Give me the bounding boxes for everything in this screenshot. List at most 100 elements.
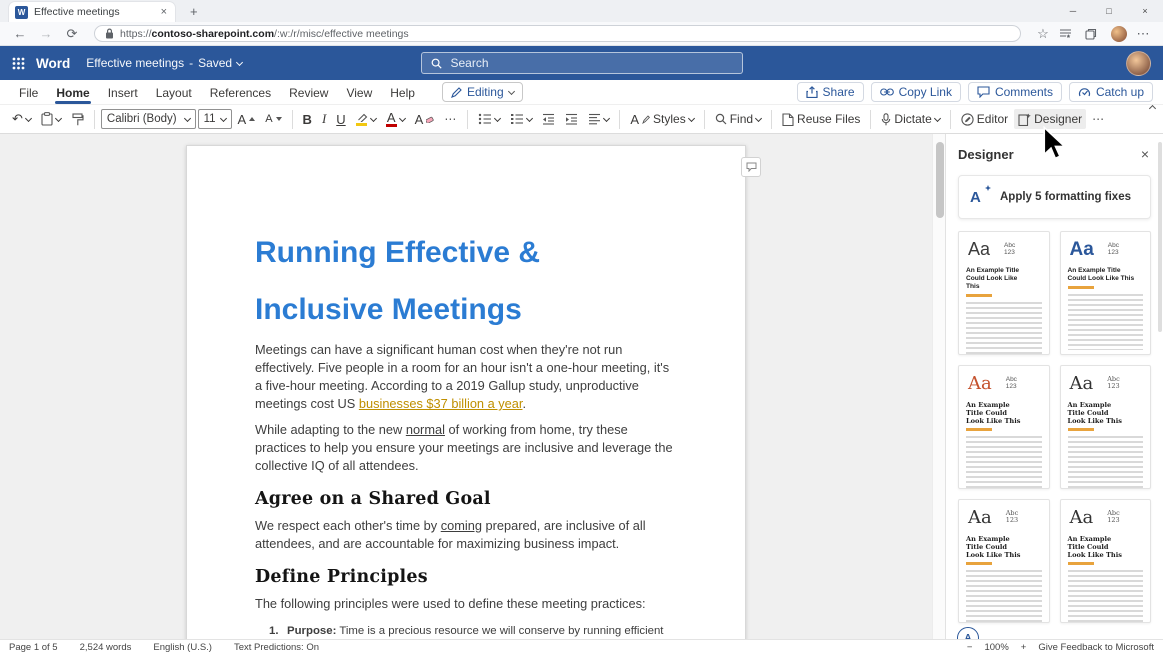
document-link[interactable]: coming xyxy=(441,518,482,533)
browser-profile-avatar[interactable] xyxy=(1111,26,1127,42)
window-close-button[interactable]: × xyxy=(1127,0,1163,22)
zoom-level[interactable]: 100% xyxy=(984,642,1008,653)
tab-close-icon[interactable]: × xyxy=(159,6,169,18)
sample-abc: Abc123 xyxy=(1108,242,1119,256)
styles-label: Styles xyxy=(653,112,686,126)
format-painter-button[interactable] xyxy=(67,110,88,129)
numbering-button[interactable] xyxy=(506,110,536,128)
feedback-link[interactable]: Give Feedback to Microsoft xyxy=(1038,642,1154,653)
text-predictions-toggle[interactable]: Text Predictions: On xyxy=(234,642,319,653)
share-button[interactable]: Share xyxy=(797,82,864,102)
paragraph: While adapting to the new normal of work… xyxy=(255,421,673,475)
chevron-down-icon xyxy=(370,114,377,121)
document-scrollbar[interactable] xyxy=(932,134,945,639)
favorites-bar-icon[interactable] xyxy=(1059,28,1079,40)
sample-aa: Aa xyxy=(968,240,990,259)
decrease-indent-button[interactable] xyxy=(538,110,559,128)
catch-up-button[interactable]: Catch up xyxy=(1069,82,1153,102)
document-link[interactable]: normal xyxy=(406,422,445,437)
sample-abc: Abc123 xyxy=(1004,242,1015,256)
account-avatar[interactable] xyxy=(1126,51,1151,76)
design-thumbnail-4[interactable]: Aa Abc123 An Example Title Could Look Li… xyxy=(1060,365,1152,489)
page-count[interactable]: Page 1 of 5 xyxy=(9,642,58,653)
more-font-options-button[interactable]: ⋯ xyxy=(440,109,461,129)
grow-font-button[interactable]: A xyxy=(234,111,260,128)
font-color-icon: A xyxy=(386,112,397,127)
panel-close-icon[interactable]: × xyxy=(1139,146,1151,162)
paste-button[interactable] xyxy=(37,109,65,129)
reuse-files-button[interactable]: Reuse Files xyxy=(778,109,864,129)
design-thumbnail-1[interactable]: Aa Abc123 An Example Title Could Look Li… xyxy=(958,231,1050,355)
dictate-button[interactable]: Dictate xyxy=(877,109,943,129)
apply-formatting-fixes-button[interactable]: A Apply 5 formatting fixes xyxy=(958,175,1151,219)
panel-scrollbar-thumb[interactable] xyxy=(1158,142,1162,332)
tab-file[interactable]: File xyxy=(10,82,47,103)
increase-indent-button[interactable] xyxy=(561,110,582,128)
chevron-down-icon xyxy=(603,114,610,121)
tab-view[interactable]: View xyxy=(337,82,381,103)
design-thumbnail-5[interactable]: Aa Abc123 An Example Title Could Look Li… xyxy=(958,499,1050,623)
refresh-button[interactable]: ⟳ xyxy=(62,26,82,42)
font-color-button[interactable]: A xyxy=(382,109,409,130)
document-title-menu[interactable]: Effective meetings - Saved xyxy=(86,56,242,70)
browser-tab[interactable]: W Effective meetings × xyxy=(8,1,176,22)
section-heading: Agree on a Shared Goal xyxy=(255,489,673,509)
browser-menu-icon[interactable]: ⋯ xyxy=(1133,26,1153,42)
search-input[interactable] xyxy=(449,55,733,71)
chevron-down-icon xyxy=(219,114,226,121)
toolbar-overflow-button[interactable]: ⋯ xyxy=(1088,109,1109,129)
zoom-in-button[interactable]: + xyxy=(1021,642,1027,653)
find-icon xyxy=(715,113,727,125)
comment-indicator[interactable] xyxy=(741,157,761,177)
design-thumbnail-3[interactable]: Aa Abc123 An Example Title Could Look Li… xyxy=(958,365,1050,489)
design-thumbnail-6[interactable]: Aa Abc123 An Example Title Could Look Li… xyxy=(1060,499,1152,623)
app-name[interactable]: Word xyxy=(36,56,70,71)
tab-insert[interactable]: Insert xyxy=(99,82,147,103)
editing-mode-dropdown[interactable]: Editing xyxy=(442,82,523,102)
forward-button[interactable]: → xyxy=(36,26,56,41)
font-size-select[interactable]: 11 xyxy=(198,109,232,129)
underline-button[interactable]: U xyxy=(332,109,349,130)
document-page[interactable]: Running Effective & Inclusive Meetings M… xyxy=(186,145,746,639)
comments-button[interactable]: Comments xyxy=(968,82,1062,102)
back-button[interactable]: ← xyxy=(10,26,30,41)
new-tab-button[interactable]: + xyxy=(184,4,204,19)
word-count[interactable]: 2,524 words xyxy=(80,642,132,653)
header-search[interactable] xyxy=(421,52,743,74)
highlight-color-button[interactable] xyxy=(352,110,380,129)
document-link[interactable]: businesses $37 billion a year xyxy=(359,396,523,411)
zoom-out-button[interactable]: − xyxy=(967,642,973,653)
designer-button[interactable]: Designer xyxy=(1014,109,1086,129)
outdent-icon xyxy=(542,113,555,125)
tab-references[interactable]: References xyxy=(201,82,280,103)
scrollbar-thumb[interactable] xyxy=(936,142,944,218)
tab-layout[interactable]: Layout xyxy=(147,82,201,103)
font-name-select[interactable]: Calibri (Body) xyxy=(101,109,196,129)
language-indicator[interactable]: English (U.S.) xyxy=(153,642,212,653)
address-bar[interactable]: https://contoso-sharepoint.com/:w:/r/mis… xyxy=(94,25,1021,42)
design-thumbnail-2[interactable]: Aa Abc123 An Example Title Could Look Li… xyxy=(1060,231,1152,355)
styles-button[interactable]: A Styles xyxy=(626,109,697,129)
app-launcher-icon[interactable] xyxy=(0,46,36,80)
window-maximize-button[interactable]: □ xyxy=(1091,0,1127,22)
favorite-star-icon[interactable]: ☆ xyxy=(1033,26,1053,42)
collapse-ribbon-icon[interactable] xyxy=(1149,105,1156,112)
alignment-button[interactable] xyxy=(584,110,613,128)
shrink-font-button[interactable]: A xyxy=(261,111,285,128)
url-text: https://contoso-sharepoint.com/:w:/r/mis… xyxy=(120,28,409,40)
editor-button[interactable]: Editor xyxy=(957,109,1012,129)
italic-button[interactable]: I xyxy=(318,108,330,130)
share-icon xyxy=(806,86,818,98)
tab-review[interactable]: Review xyxy=(280,82,337,103)
copy-link-button[interactable]: Copy Link xyxy=(871,82,961,102)
clear-formatting-button[interactable]: A xyxy=(411,111,439,128)
designer-footer-icon[interactable]: A xyxy=(957,627,979,639)
undo-button[interactable]: ↶ xyxy=(8,108,35,130)
find-button[interactable]: Find xyxy=(711,109,765,129)
bold-button[interactable]: B xyxy=(299,109,316,130)
tab-help[interactable]: Help xyxy=(381,82,424,103)
collections-icon[interactable] xyxy=(1085,28,1105,40)
tab-home[interactable]: Home xyxy=(47,82,98,103)
bullets-button[interactable] xyxy=(474,110,504,128)
window-minimize-button[interactable]: ─ xyxy=(1055,0,1091,22)
